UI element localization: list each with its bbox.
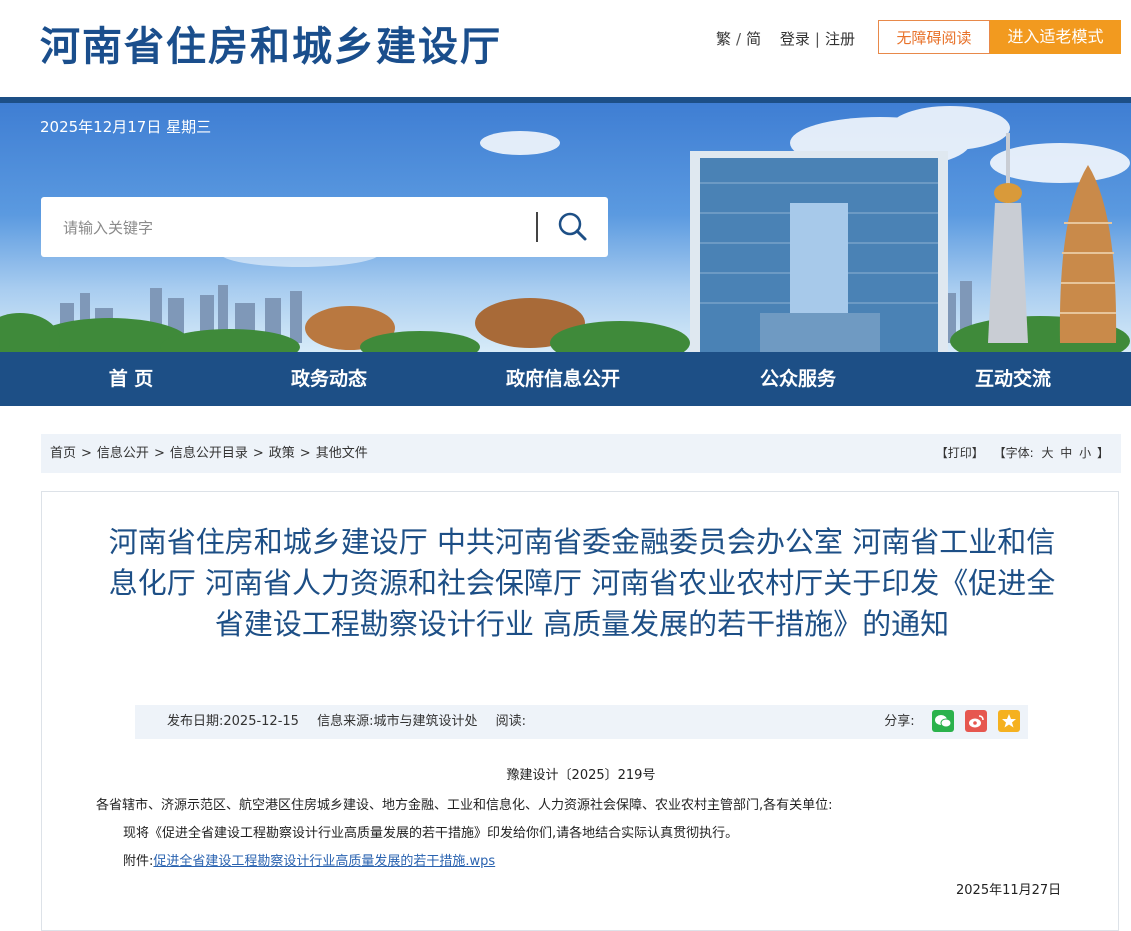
traditional-chinese-link[interactable]: 繁 [716,30,731,48]
weibo-share-icon[interactable] [964,710,987,732]
read-count: 阅读: [495,714,526,729]
font-small-link[interactable]: 小 [1079,446,1091,460]
page-tools: 【打印】 【字体: 大 中 小 】 [936,434,1109,473]
attachment-label: 附件: [123,854,154,869]
article-recipients: 各省辖市、济源示范区、航空港区住房城乡建设、地方金融、工业和信息化、人力资源社会… [96,798,833,813]
nav-information-disclosure[interactable]: 政府信息公开 [506,352,620,406]
article-title: 河南省住房和城乡建设厅 中共河南省委金融委员会办公室 河南省工业和信息化厅 河南… [108,525,1056,641]
breadcrumb-arrow: > [81,446,92,461]
current-date: 2025年12月17日 星期三 [40,118,212,136]
nav-government-news[interactable]: 政务动态 [291,352,367,406]
site-header: 河南省住房和城乡建设厅 繁 / 简 登录 | 注册 无障碍阅读 进入适老模式 [0,0,1131,97]
search-icon [558,212,587,241]
share-label: 分享: [884,714,915,729]
document-number: 豫建设计〔2025〕219号 [506,768,656,783]
login-link[interactable]: 登录 [780,30,810,48]
top-links: 繁 / 简 登录 | 注册 [716,28,855,49]
bar-separator: | [814,30,820,48]
breadcrumb-home[interactable]: 首页 [50,446,76,461]
share-bar: 分享: [884,710,1020,734]
search-box [41,197,608,257]
breadcrumb-bar: 首页 > 信息公开 > 信息公开目录 > 政策 > 其他文件 【打印】 【字体: 大 中 小 】 [41,434,1121,473]
attachment-link[interactable]: 促进全省建设工程勘察设计行业高质量发展的若干措施.wps [153,854,495,869]
elder-mode-button[interactable]: 进入适老模式 [990,20,1121,54]
article-meta: 发布日期:2025-12-15 信息来源:城市与建筑设计处 阅读: [167,705,540,739]
breadcrumb-arrow: > [299,446,311,461]
register-link[interactable]: 注册 [825,30,855,48]
breadcrumb-info-catalog[interactable]: 信息公开目录 [170,446,248,461]
wechat-share-icon[interactable] [931,710,954,732]
nav-interaction[interactable]: 互动交流 [975,352,1051,406]
breadcrumb-arrow: > [252,446,264,461]
breadcrumb-other-documents[interactable]: 其他文件 [316,446,368,461]
banner: 2025年12月17日 星期三 [0,103,1131,352]
font-size-end: 】 [1096,446,1109,460]
search-divider [536,212,538,242]
sign-date: 2025年11月27日 [956,883,1062,898]
search-button[interactable] [551,207,595,247]
simplified-chinese-link[interactable]: 简 [746,30,761,48]
font-medium-link[interactable]: 中 [1060,446,1072,460]
site-title[interactable]: 河南省住房和城乡建设厅 [40,14,502,72]
breadcrumb-policy[interactable]: 政策 [269,446,295,461]
article-body: 现将《促进全省建设工程勘察设计行业高质量发展的若干措施》印发给你们,请各地结合实… [123,826,739,841]
article-meta-bar: 发布日期:2025-12-15 信息来源:城市与建筑设计处 阅读: 分享: [135,705,1028,739]
nav-public-service[interactable]: 公众服务 [760,352,836,406]
nav-home[interactable]: 首 页 [109,352,154,406]
breadcrumb: 首页 > 信息公开 > 信息公开目录 > 政策 > 其他文件 [50,434,368,473]
main-navigation: 首 页 政务动态 政府信息公开 公众服务 互动交流 [0,352,1131,406]
search-input[interactable] [61,212,535,244]
favorite-share-icon[interactable] [998,710,1020,732]
font-large-link[interactable]: 大 [1041,446,1053,460]
attachment-row: 附件:促进全省建设工程勘察设计行业高质量发展的若干措施.wps [123,850,495,869]
print-link[interactable]: 【打印】 [936,446,984,460]
info-source: 信息来源:城市与建筑设计处 [317,714,478,729]
font-size-label: 【字体: [993,446,1034,460]
publish-date: 发布日期:2025-12-15 [167,714,299,729]
article-container: 河南省住房和城乡建设厅 中共河南省委金融委员会办公室 河南省工业和信息化厅 河南… [41,491,1119,931]
accessible-reading-button[interactable]: 无障碍阅读 [878,20,990,54]
breadcrumb-arrow: > [153,446,165,461]
slash-separator: / [736,30,742,48]
breadcrumb-info-disclosure[interactable]: 信息公开 [97,446,149,461]
